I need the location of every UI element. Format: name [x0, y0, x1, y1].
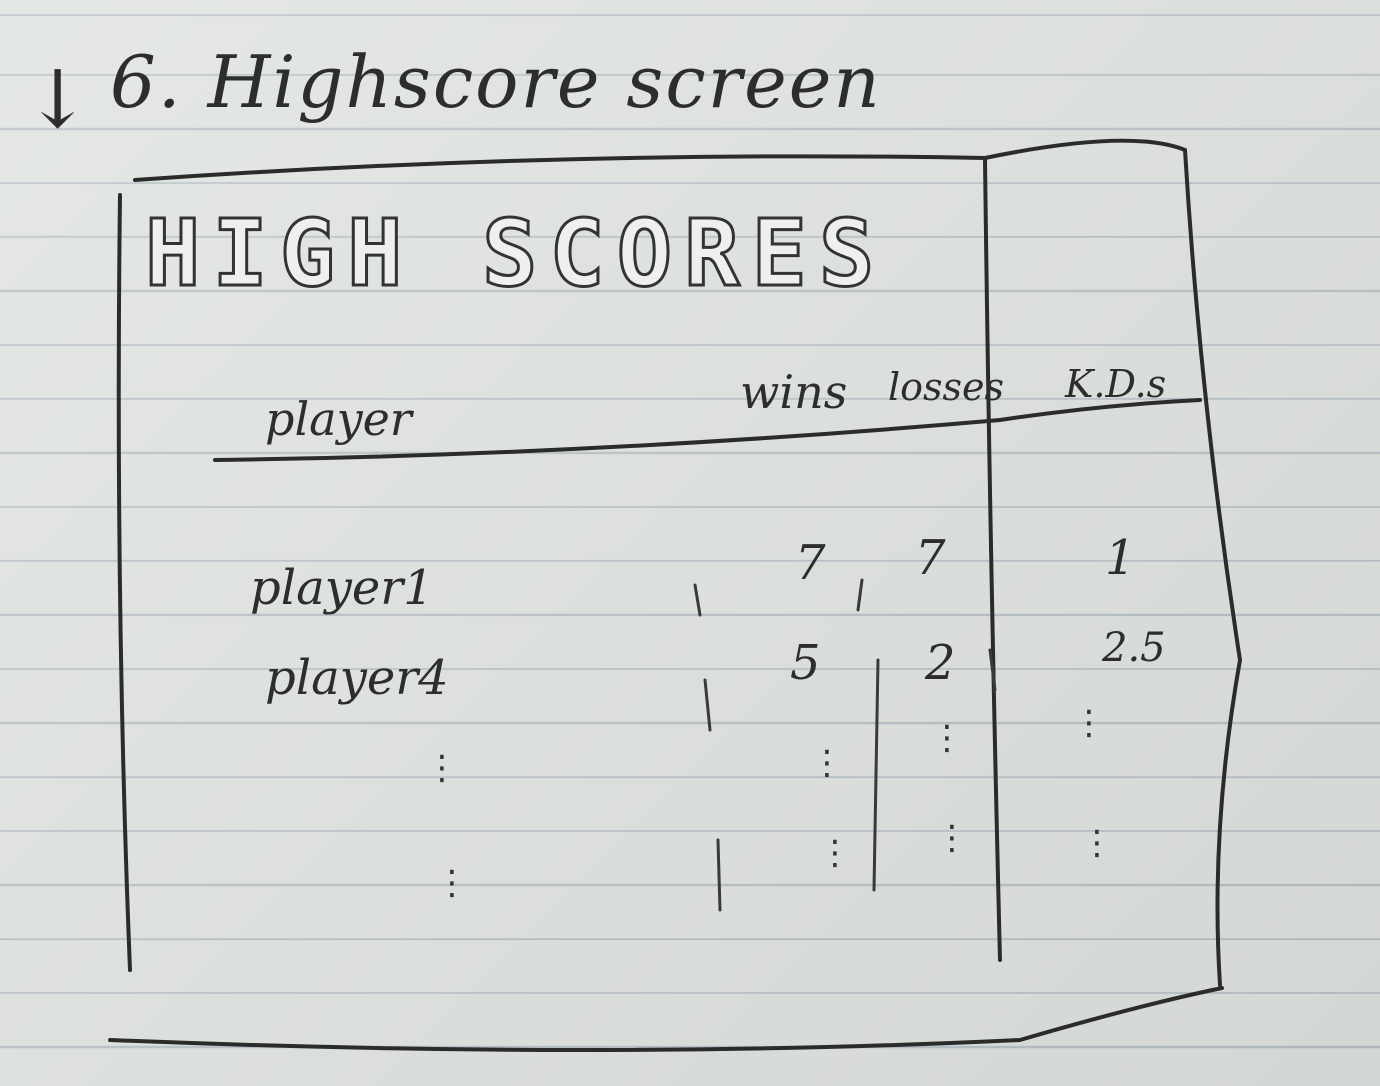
continuation-losses: ⋮ [930, 718, 964, 758]
continuation-kd-2: ⋮ [1080, 823, 1114, 863]
frame-top-line [133, 154, 987, 182]
continuation-kd: ⋮ [1072, 703, 1106, 743]
frame-bottom-line [108, 986, 1224, 1052]
row-1-player: player1 [250, 560, 434, 616]
continuation-losses-2: ⋮ [935, 818, 969, 858]
row-1-wins: 7 [795, 535, 826, 591]
column-header-wins: wins [740, 365, 848, 419]
continuation-wins: ⋮ [810, 743, 844, 783]
frame-left-edge [116, 193, 132, 972]
row-1-losses: 7 [915, 530, 946, 586]
continuation-player: ⋮ [425, 748, 459, 788]
row-1-kd: 1 [1105, 530, 1136, 586]
sketch-frame [108, 138, 1243, 1052]
continuation-player-2: ⋮ [435, 863, 469, 903]
high-scores-title: HIGH SCORES [143, 199, 887, 309]
column-divider-losses [856, 578, 880, 892]
frame-inner-divider [983, 158, 1002, 962]
row-2-kd: 2.5 [1102, 625, 1166, 671]
continuation-wins-2: ⋮ [818, 833, 852, 873]
column-header-player: player [265, 392, 412, 446]
row-2-wins: 5 [790, 635, 821, 691]
row-2-losses: 2 [925, 635, 956, 691]
column-divider-wins [693, 583, 722, 912]
row-2-player: player4 [265, 650, 449, 706]
column-header-losses: losses [888, 365, 1005, 409]
column-header-kds: K.D.s [1065, 362, 1167, 406]
